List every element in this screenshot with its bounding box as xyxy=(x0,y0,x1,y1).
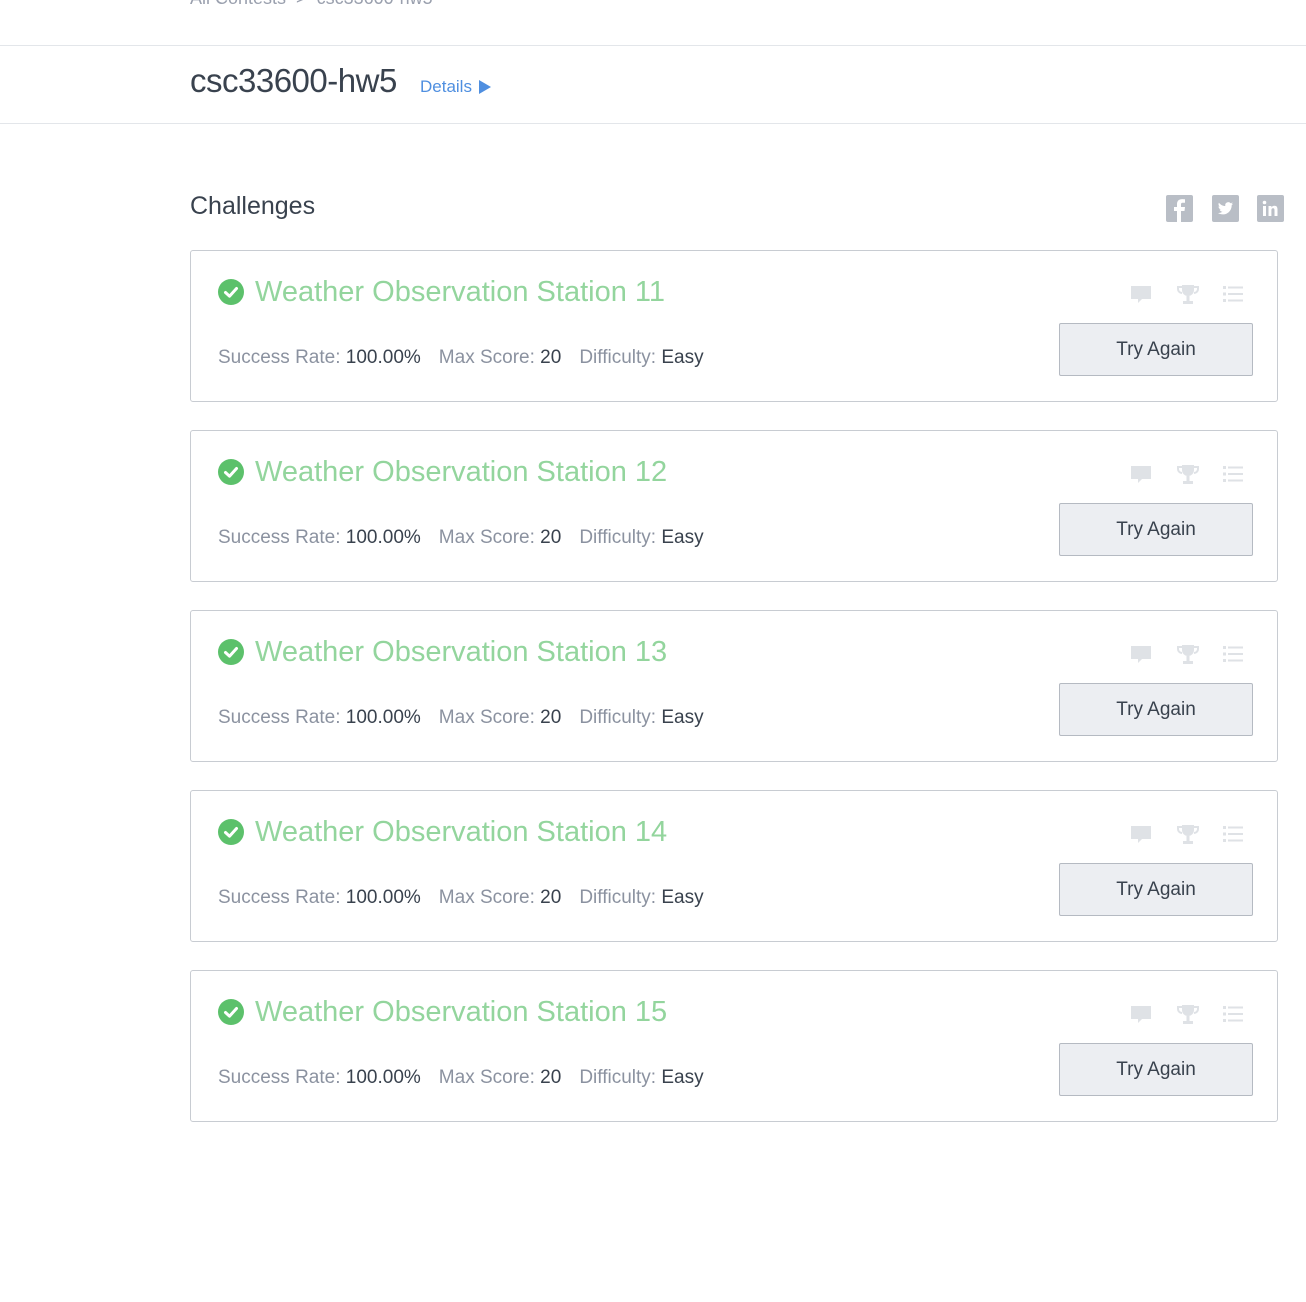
discussion-icon[interactable] xyxy=(1129,822,1153,846)
challenge-title-link[interactable]: Weather Observation Station 11 xyxy=(255,276,665,309)
challenge-stats: Success Rate: 100.00% Max Score: 20 Diff… xyxy=(218,1067,704,1089)
challenge-stats: Success Rate: 100.00% Max Score: 20 Diff… xyxy=(218,527,704,549)
details-link[interactable]: Details xyxy=(420,77,491,97)
challenge-actions xyxy=(1129,822,1245,846)
challenge-card: Weather Observation Station 11 Success R… xyxy=(190,250,1278,402)
challenge-card: Weather Observation Station 12 Success R… xyxy=(190,430,1278,582)
max-score-stat: Max Score: 20 xyxy=(438,707,562,728)
challenge-title-link[interactable]: Weather Observation Station 13 xyxy=(255,636,667,669)
success-rate-stat: Success Rate: 100.00% xyxy=(218,707,421,728)
list-icon[interactable] xyxy=(1221,462,1245,486)
challenge-stats: Success Rate: 100.00% Max Score: 20 Diff… xyxy=(218,347,704,369)
check-circle-icon xyxy=(218,819,244,845)
success-rate-stat: Success Rate: 100.00% xyxy=(218,1067,421,1088)
challenge-card: Weather Observation Station 14 Success R… xyxy=(190,790,1278,942)
check-circle-icon xyxy=(218,279,244,305)
challenge-title-link[interactable]: Weather Observation Station 12 xyxy=(255,456,667,489)
facebook-icon[interactable] xyxy=(1166,195,1193,222)
trophy-icon[interactable] xyxy=(1175,642,1199,666)
try-again-button[interactable]: Try Again xyxy=(1059,1043,1253,1096)
try-again-button[interactable]: Try Again xyxy=(1059,683,1253,736)
list-icon[interactable] xyxy=(1221,822,1245,846)
success-rate-stat: Success Rate: 100.00% xyxy=(218,347,421,368)
challenge-actions xyxy=(1129,282,1245,306)
breadcrumb-separator: > xyxy=(296,0,307,9)
difficulty-stat: Difficulty: Easy xyxy=(579,347,704,368)
challenge-stats: Success Rate: 100.00% Max Score: 20 Diff… xyxy=(218,887,704,909)
discussion-icon[interactable] xyxy=(1129,1002,1153,1026)
success-rate-stat: Success Rate: 100.00% xyxy=(218,887,421,908)
trophy-icon[interactable] xyxy=(1175,1002,1199,1026)
challenge-card: Weather Observation Station 13 Success R… xyxy=(190,610,1278,762)
discussion-icon[interactable] xyxy=(1129,642,1153,666)
max-score-stat: Max Score: 20 xyxy=(438,1067,562,1088)
difficulty-stat: Difficulty: Easy xyxy=(579,707,704,728)
breadcrumb-root-link[interactable]: All Contests xyxy=(190,0,286,9)
difficulty-stat: Difficulty: Easy xyxy=(579,1067,704,1088)
list-icon[interactable] xyxy=(1221,642,1245,666)
check-circle-icon xyxy=(218,639,244,665)
max-score-stat: Max Score: 20 xyxy=(438,347,562,368)
trophy-icon[interactable] xyxy=(1175,462,1199,486)
title-divider xyxy=(0,123,1306,124)
breadcrumb: All Contests > csc33600-hw5 xyxy=(190,0,433,8)
play-triangle-icon xyxy=(478,80,491,94)
challenge-title-link[interactable]: Weather Observation Station 15 xyxy=(255,996,667,1029)
list-icon[interactable] xyxy=(1221,1002,1245,1026)
challenge-stats: Success Rate: 100.00% Max Score: 20 Diff… xyxy=(218,707,704,729)
header-divider xyxy=(0,45,1306,46)
difficulty-stat: Difficulty: Easy xyxy=(579,527,704,548)
try-again-button[interactable]: Try Again xyxy=(1059,323,1253,376)
max-score-stat: Max Score: 20 xyxy=(438,527,562,548)
check-circle-icon xyxy=(218,459,244,485)
discussion-icon[interactable] xyxy=(1129,282,1153,306)
details-label: Details xyxy=(420,77,472,96)
trophy-icon[interactable] xyxy=(1175,282,1199,306)
challenge-actions xyxy=(1129,1002,1245,1026)
challenge-title-link[interactable]: Weather Observation Station 14 xyxy=(255,816,667,849)
try-again-button[interactable]: Try Again xyxy=(1059,863,1253,916)
twitter-icon[interactable] xyxy=(1212,195,1239,222)
challenge-actions xyxy=(1129,462,1245,486)
page-title: csc33600-hw5 xyxy=(190,62,397,99)
discussion-icon[interactable] xyxy=(1129,462,1153,486)
section-title: Challenges xyxy=(190,192,316,220)
breadcrumb-current: csc33600-hw5 xyxy=(317,0,433,9)
difficulty-stat: Difficulty: Easy xyxy=(579,887,704,908)
linkedin-icon[interactable] xyxy=(1257,195,1284,222)
challenge-actions xyxy=(1129,642,1245,666)
list-icon[interactable] xyxy=(1221,282,1245,306)
challenge-card: Weather Observation Station 15 Success R… xyxy=(190,970,1278,1122)
check-circle-icon xyxy=(218,999,244,1025)
success-rate-stat: Success Rate: 100.00% xyxy=(218,527,421,548)
trophy-icon[interactable] xyxy=(1175,822,1199,846)
max-score-stat: Max Score: 20 xyxy=(438,887,562,908)
try-again-button[interactable]: Try Again xyxy=(1059,503,1253,556)
